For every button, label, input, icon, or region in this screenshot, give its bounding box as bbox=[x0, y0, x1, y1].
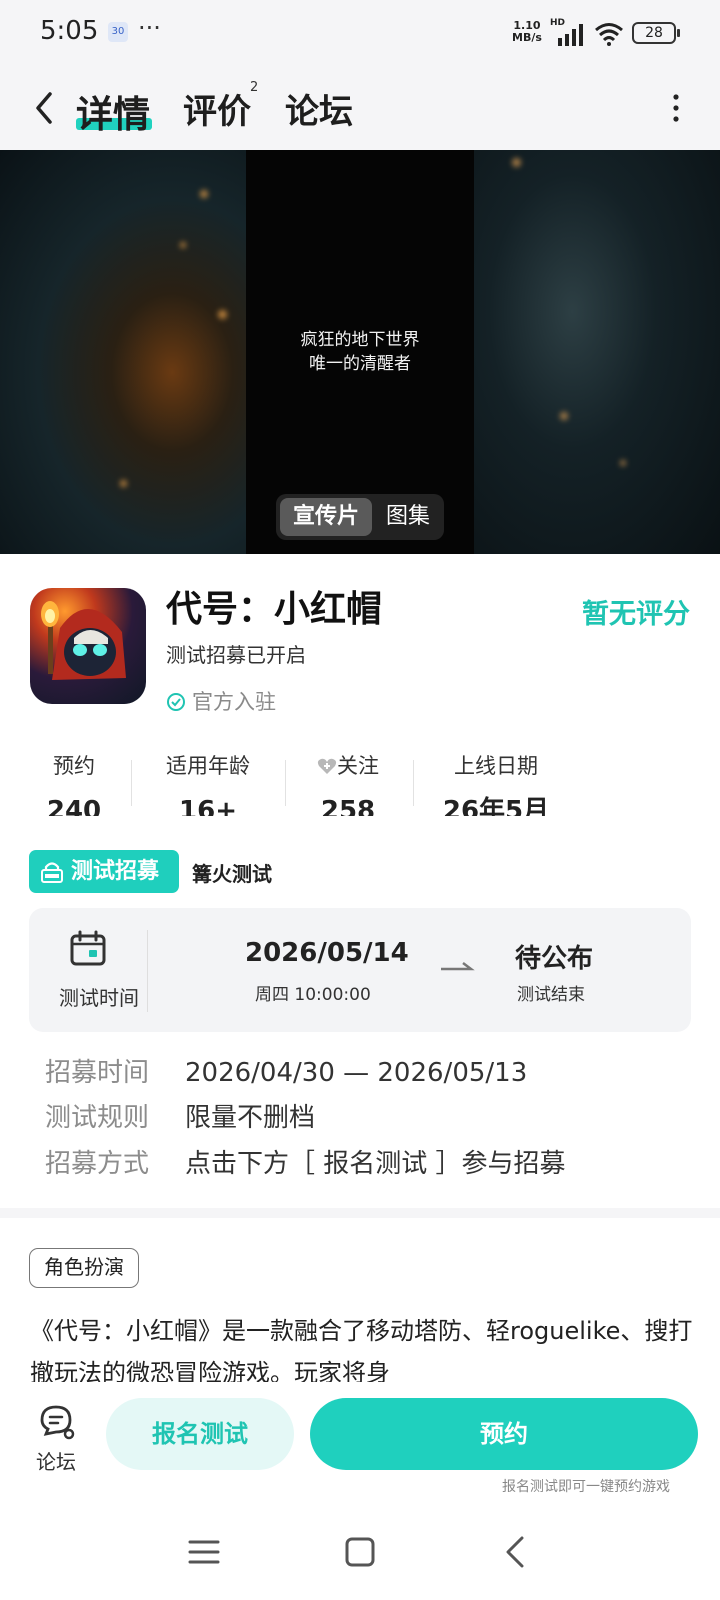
info-key: 测试规则 bbox=[45, 1103, 150, 1133]
divider bbox=[413, 760, 414, 806]
light-spot bbox=[120, 480, 127, 487]
reserve-hint: 报名测试即可一键预约游戏 bbox=[502, 1479, 670, 1495]
more-notifications-icon: ··· bbox=[138, 14, 161, 42]
game-description: 《代号：小红帽》是一款融合了移动塔防、轻roguelike、搜打撤玩法的微恐冒险… bbox=[30, 1317, 693, 1382]
battery-icon: 28 bbox=[632, 22, 680, 44]
media-banner[interactable]: 疯狂的地下世界 唯一的清醒者 宣传片 图集 bbox=[0, 150, 720, 554]
stat-label: 关注 bbox=[337, 754, 379, 778]
rating-status: 暂无评分 bbox=[582, 599, 690, 630]
more-options-icon[interactable] bbox=[664, 88, 688, 128]
info-value: 2026/04/30 — 2026/05/13 bbox=[185, 1058, 528, 1088]
signup-test-button[interactable]: 报名测试 bbox=[106, 1398, 294, 1470]
stat-value: 258 bbox=[320, 796, 376, 816]
status-bar: 5:05 30 ··· 1.10 MB/s HD 28 bbox=[0, 0, 720, 66]
back-icon[interactable] bbox=[496, 1532, 536, 1572]
info-value: 限量不删档 bbox=[185, 1103, 316, 1133]
notification-badge-icon: 30 bbox=[108, 22, 128, 42]
video-caption-line: 唯一的清醒者 bbox=[309, 354, 411, 374]
test-name: 篝火测试 bbox=[192, 862, 272, 886]
media-blur-right bbox=[474, 150, 720, 554]
calendar-icon bbox=[70, 930, 106, 966]
stat-label: 上线日期 bbox=[454, 754, 538, 778]
info-value: 点击下方［ 报名测试 ］参与招募 bbox=[185, 1149, 566, 1179]
toggle-trailer[interactable]: 宣传片 bbox=[280, 498, 372, 536]
official-badge: 官方入驻 bbox=[166, 686, 276, 716]
light-spot bbox=[218, 310, 227, 319]
section-divider bbox=[0, 1208, 720, 1218]
divider bbox=[147, 930, 148, 1012]
stat-value: 240 bbox=[46, 796, 102, 816]
wifi-icon bbox=[595, 23, 623, 46]
tab-reviews[interactable]: 评价 bbox=[183, 84, 251, 133]
back-arrow-icon[interactable] bbox=[26, 86, 66, 130]
light-spot bbox=[620, 460, 626, 466]
info-row-recruit-period: 招募时间 2026/04/30 — 2026/05/13 bbox=[45, 1052, 527, 1089]
home-icon[interactable] bbox=[340, 1532, 380, 1572]
stat-label: 适用年龄 bbox=[166, 754, 250, 778]
official-badge-label: 官方入驻 bbox=[192, 690, 276, 714]
test-end-label: 测试结束 bbox=[517, 985, 585, 1005]
test-start-date: 2026/05/14 bbox=[245, 938, 409, 968]
top-nav-bar: 详情 评价 2 论坛 bbox=[0, 66, 720, 150]
toggle-gallery[interactable]: 图集 bbox=[376, 498, 440, 536]
test-end-status: 待公布 bbox=[515, 944, 594, 974]
game-title: 代号：小红帽 bbox=[166, 589, 383, 630]
verified-check-icon bbox=[167, 693, 185, 711]
info-key: 招募时间 bbox=[45, 1058, 150, 1088]
media-type-toggle: 宣传片 图集 bbox=[276, 494, 444, 540]
info-row-test-rules: 测试规则 限量不删档 bbox=[45, 1097, 315, 1134]
test-recruit-label: 测试招募 bbox=[71, 859, 160, 884]
reserve-button[interactable]: 预约 bbox=[310, 1398, 698, 1470]
arrow-right-icon bbox=[441, 962, 475, 971]
light-spot bbox=[560, 412, 568, 420]
divider bbox=[131, 760, 132, 806]
stat-release-date: 上线日期 26年5月 bbox=[430, 750, 562, 816]
game-subtitle: 测试招募已开启 bbox=[166, 643, 306, 667]
game-icon-art bbox=[41, 601, 126, 680]
signal-icon bbox=[558, 24, 583, 46]
video-caption: 疯狂的地下世界 唯一的清醒者 bbox=[246, 328, 474, 376]
stat-value: 16+ bbox=[179, 796, 237, 816]
test-start-time: 周四 10:00:00 bbox=[255, 985, 371, 1005]
tab-forum[interactable]: 论坛 bbox=[285, 84, 353, 133]
test-time-label: 测试时间 bbox=[59, 986, 139, 1010]
light-spot bbox=[180, 242, 186, 248]
forum-label[interactable]: 论坛 bbox=[36, 1446, 76, 1475]
stat-reservations: 预约 240 bbox=[36, 750, 112, 816]
media-blur-left bbox=[0, 150, 246, 554]
game-icon bbox=[30, 588, 146, 704]
tab-details[interactable]: 详情 bbox=[76, 84, 150, 138]
network-speed: 1.10 MB/s bbox=[512, 20, 542, 44]
stat-label: 预约 bbox=[53, 754, 95, 778]
review-count-badge: 2 bbox=[250, 80, 259, 95]
stat-age-rating: 适用年龄 16+ bbox=[152, 750, 264, 816]
network-speed-unit: MB/s bbox=[512, 31, 542, 44]
light-spot bbox=[200, 190, 208, 198]
video-caption-line: 疯狂的地下世界 bbox=[300, 330, 420, 350]
genre-tag[interactable]: 角色扮演 bbox=[29, 1248, 139, 1288]
divider bbox=[285, 760, 286, 806]
bottom-action-bar: 论坛 报名测试 预约 报名测试即可一键预约游戏 bbox=[0, 1382, 720, 1502]
info-row-recruit-method: 招募方式 点击下方［ 报名测试 ］参与招募 bbox=[45, 1143, 566, 1180]
status-time: 5:05 bbox=[40, 16, 99, 46]
info-key: 招募方式 bbox=[45, 1149, 150, 1179]
test-badge-icon bbox=[41, 862, 63, 883]
system-nav-bar bbox=[0, 1502, 720, 1600]
stat-followers[interactable]: 关注 258 bbox=[304, 750, 392, 816]
light-spot bbox=[512, 158, 521, 167]
forum-chat-icon[interactable] bbox=[38, 1404, 76, 1440]
stat-value: 26年5月 bbox=[442, 796, 550, 816]
heart-plus-icon bbox=[317, 758, 337, 774]
test-recruit-tag: 测试招募 bbox=[29, 850, 179, 893]
menu-icon[interactable] bbox=[184, 1532, 224, 1572]
test-time-card: 测试时间 2026/05/14 周四 10:00:00 待公布 测试结束 bbox=[29, 908, 691, 1032]
stat-label-with-icon: 关注 bbox=[304, 750, 392, 780]
